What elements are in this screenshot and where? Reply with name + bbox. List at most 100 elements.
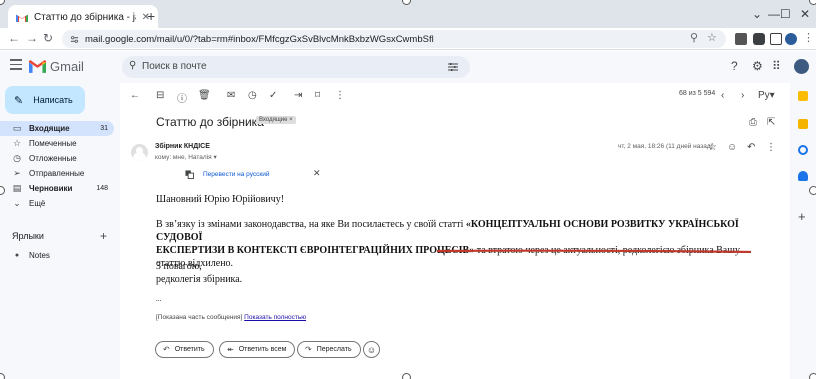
message-date: чт, 2 мая, 18:26 (11 дней назад) (618, 143, 713, 150)
profile-avatar[interactable] (785, 33, 797, 45)
inbox-label-chip[interactable]: Входящие × (256, 116, 296, 124)
trimmed-prefix: [Показана часть сообщения] (156, 314, 245, 321)
right-side-panel: + (790, 83, 816, 379)
browser-menu-icon[interactable]: ⋮ (803, 31, 814, 44)
browser-tab[interactable]: Статтю до збірника - jaroslave ✕ (8, 5, 158, 30)
emoji-reaction-button[interactable]: ☺ (363, 341, 380, 358)
help-icon[interactable]: ? (731, 59, 738, 73)
reply-button[interactable]: ↶ Ответить (155, 341, 214, 358)
message-subject: Статтю до збірника (156, 115, 264, 129)
side-panel-icon[interactable] (770, 33, 782, 45)
close-window-button[interactable]: ✕ (800, 7, 810, 21)
clock-icon: ◷ (13, 153, 21, 163)
sidebar-item-drafts[interactable]: ▤ Черновики 148 (0, 181, 114, 196)
add-reaction-icon[interactable]: ☺ (727, 142, 737, 153)
compose-button[interactable]: ✎ Написать (5, 86, 85, 114)
translate-link[interactable]: Перевести на русский (203, 171, 270, 178)
greeting-text: Шановний Юрію Юрійовичу! (156, 194, 285, 205)
search-input[interactable]: ⚲ Поиск в почте (122, 56, 470, 78)
keep-icon[interactable] (798, 119, 808, 129)
send-icon: ➢ (13, 168, 21, 178)
sidebar-item-more[interactable]: ⌄ Ещё (0, 196, 114, 211)
gmail-favicon-icon (16, 14, 28, 22)
crop-handle[interactable] (809, 186, 816, 195)
reload-icon[interactable]: ↻ (43, 31, 53, 45)
bookmark-star-icon[interactable]: ☆ (707, 31, 717, 44)
more-actions-icon[interactable]: ⋮ (335, 90, 345, 101)
search-placeholder: Поиск в почте (142, 61, 207, 72)
minimize-button[interactable]: — (768, 7, 780, 21)
label-tag-icon[interactable]: ⌑ (315, 90, 320, 101)
sidebar-item-label: Отправленные (29, 169, 85, 178)
move-to-icon[interactable]: ⇥ (294, 90, 302, 101)
new-tab-button[interactable]: + (147, 8, 155, 24)
newer-chevron-icon[interactable]: ‹ (721, 90, 724, 101)
back-to-inbox-icon[interactable]: ← (130, 90, 140, 101)
sender-avatar[interactable] (131, 144, 148, 161)
add-to-tasks-icon[interactable]: ✓ (269, 90, 277, 101)
gmail-logo-icon[interactable] (29, 60, 46, 73)
star-icon: ☆ (12, 138, 22, 148)
tab-search-icon[interactable]: ⌄ (752, 7, 762, 21)
apps-grid-icon[interactable]: ⠿ (772, 59, 781, 73)
recipients-line[interactable]: кому: мне, Наталія ▾ (155, 153, 217, 161)
reply-all-arrow-icon: ↞ (227, 345, 234, 354)
sidebar-item-sent[interactable]: ➢ Отправленные (0, 166, 114, 181)
search-icon[interactable]: ⚲ (129, 60, 136, 71)
maximize-button[interactable]: ☐ (780, 7, 791, 21)
extension-icon[interactable] (735, 33, 747, 45)
input-tools-icon[interactable]: Ру▾ (758, 90, 775, 101)
print-icon[interactable]: ⎙ (749, 117, 757, 128)
message-pane: ← ⊟ ⓘ 🗑 ✉ ◷ ✓ ⇥ ⌑ ⋮ 68 из 5 594 ‹ › Ру▾ … (121, 83, 790, 373)
signature-ellipsis: ... (156, 295, 162, 303)
message-paragraph: В зв’язку із змінами законодавства, на я… (156, 218, 752, 270)
snooze-icon[interactable]: ◷ (248, 90, 257, 101)
more-options-icon[interactable]: ⋮ (766, 142, 776, 153)
settings-gear-icon[interactable]: ⚙ (752, 59, 763, 73)
forward-button[interactable]: ↷ Переслать (297, 341, 361, 358)
open-new-window-icon[interactable]: ⇱ (767, 117, 775, 128)
sidebar-item-starred[interactable]: ☆ Помеченные (0, 136, 114, 151)
crop-handle[interactable] (809, 373, 816, 379)
tasks-icon[interactable] (798, 145, 808, 155)
back-arrow-icon[interactable]: ← (8, 31, 20, 45)
translate-icon (185, 169, 194, 179)
mark-unread-icon[interactable]: ✉ (227, 90, 235, 101)
calendar-icon[interactable] (798, 91, 808, 101)
archive-icon[interactable]: ⊟ (156, 90, 164, 101)
account-avatar[interactable] (794, 59, 809, 74)
show-all-link[interactable]: Показать полностью (244, 314, 306, 321)
extensions-puzzle-icon[interactable] (753, 33, 765, 45)
main-menu-icon[interactable] (10, 59, 22, 70)
search-options-icon[interactable] (448, 62, 458, 72)
reply-icon[interactable]: ↶ (747, 142, 755, 153)
zoom-icon[interactable]: ⚲ (690, 31, 698, 44)
pagination-count: 68 из 5 594 (679, 90, 716, 97)
forward-arrow-icon[interactable]: → (26, 31, 38, 45)
address-bar[interactable]: mail.google.com/mail/u/0/?tab=rm#inbox/F… (62, 30, 726, 48)
closing-line-2: редколегія збірника. (156, 274, 243, 285)
reply-all-button[interactable]: ↞ Ответить всем (219, 341, 296, 358)
add-label-button[interactable]: + (100, 229, 107, 243)
sender-name[interactable]: Збірник КНДІСЕ (155, 143, 210, 150)
pencil-icon: ✎ (14, 94, 24, 107)
add-addon-icon[interactable]: + (798, 209, 806, 224)
site-info-icon[interactable] (70, 35, 79, 44)
report-spam-icon[interactable]: ⓘ (177, 90, 187, 105)
crop-handle[interactable] (809, 0, 816, 5)
crop-handle[interactable] (402, 373, 411, 379)
sidebar-item-label: Notes (29, 251, 50, 260)
sidebar-item-label: Отложенные (29, 154, 77, 163)
sidebar-item-snoozed[interactable]: ◷ Отложенные (0, 151, 114, 166)
contacts-icon[interactable] (798, 171, 808, 181)
star-message-icon[interactable]: ☆ (708, 142, 717, 153)
gmail-header: Gmail ⚲ Поиск в почте ? ⚙ ⠿ (0, 51, 816, 83)
sidebar-item-notes[interactable]: ● Notes (0, 248, 114, 263)
sidebar-item-label: Черновики (29, 184, 73, 193)
sidebar-item-inbox[interactable]: ▭ Входящие 31 (0, 121, 114, 136)
translate-close-icon[interactable]: ✕ (313, 168, 321, 179)
delete-icon[interactable]: 🗑 (198, 90, 211, 101)
paragraph-line-1: В зв’язку із змінами законодавства, на я… (156, 219, 739, 243)
older-chevron-icon[interactable]: › (741, 90, 744, 101)
reply-arrow-icon: ↶ (163, 345, 170, 354)
